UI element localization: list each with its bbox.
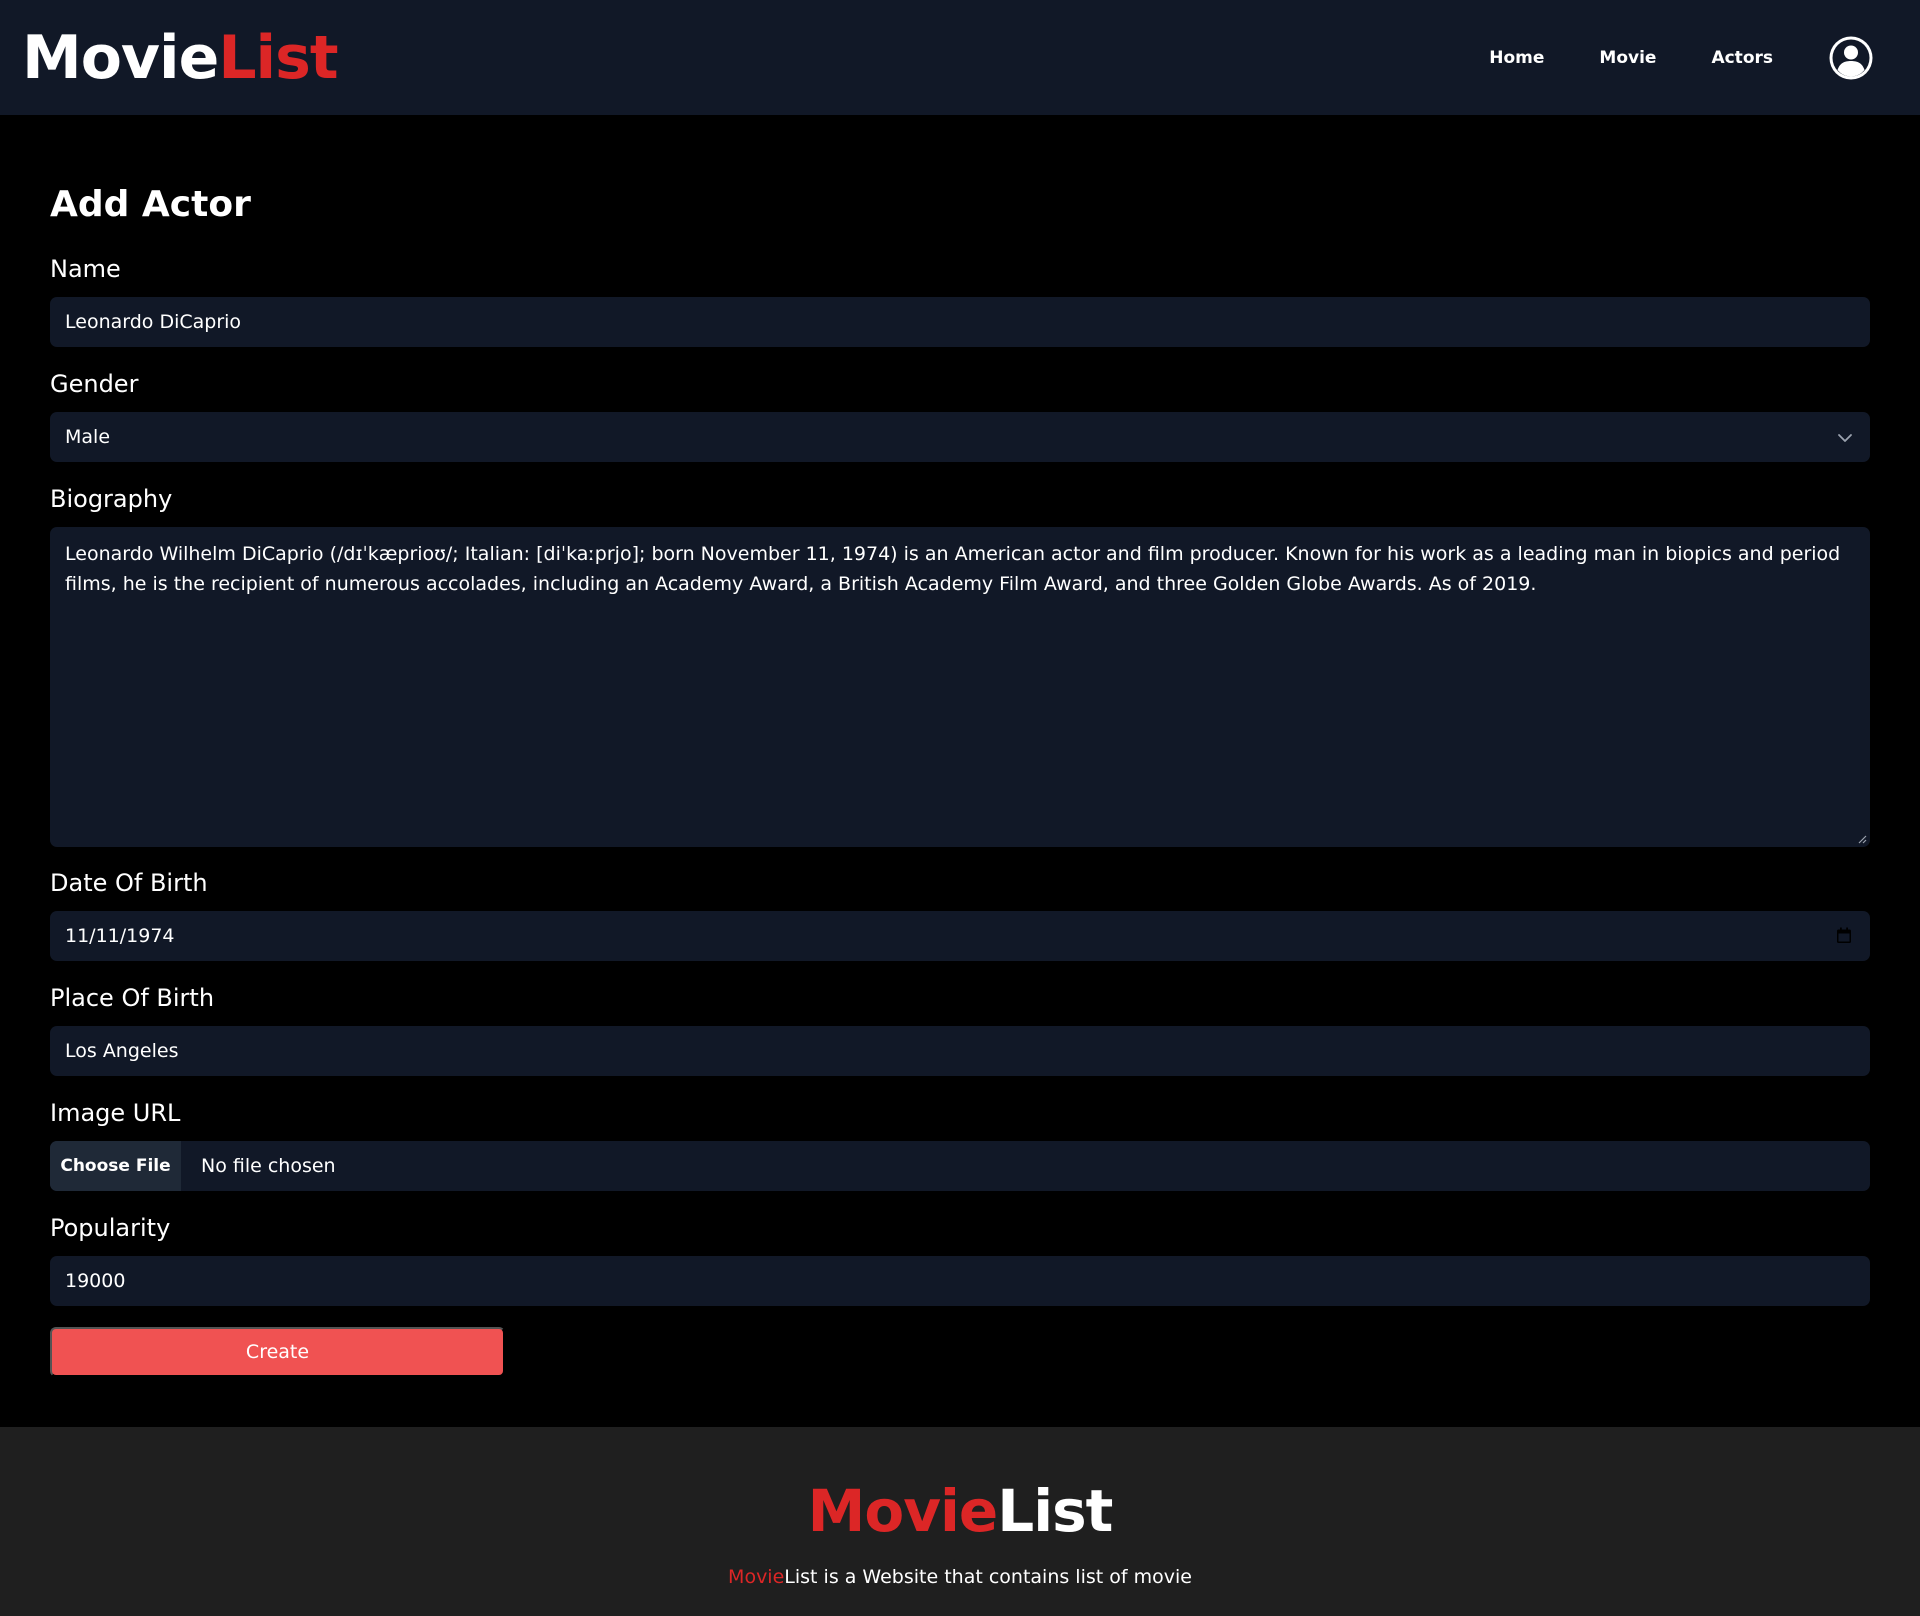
date-of-birth-label: Date Of Birth [50, 869, 208, 897]
name-label: Name [50, 255, 121, 283]
brand-logo[interactable]: MovieList [22, 28, 339, 88]
popularity-label: Popularity [50, 1214, 171, 1242]
nav-link-home[interactable]: Home [1489, 48, 1544, 68]
gender-label: Gender [50, 370, 139, 398]
page-title: Add Actor [50, 184, 251, 225]
image-file-input[interactable]: Choose File No file chosen [50, 1141, 1870, 1191]
place-of-birth-label: Place Of Birth [50, 984, 215, 1012]
footer-brand-part2: List [997, 1477, 1113, 1545]
biography-field-group: Biography Leonardo Wilhelm DiCaprio (/dɪ… [50, 487, 1870, 847]
choose-file-button[interactable]: Choose File [50, 1141, 181, 1191]
create-button[interactable]: Create [50, 1327, 505, 1377]
biography-text: Leonardo Wilhelm DiCaprio (/dɪˈkæprioʊ/;… [65, 543, 1841, 595]
date-of-birth-value: 11/11/1974 [65, 925, 175, 947]
add-actor-form: Add Actor Name Leonardo DiCaprio Gender … [50, 115, 1870, 1377]
place-of-birth-input[interactable]: Los Angeles [50, 1026, 1870, 1076]
footer-tagline-accent: Movie [728, 1566, 785, 1588]
popularity-input[interactable]: 19000 [50, 1256, 1870, 1306]
gender-field-group: Gender Male [50, 372, 1870, 462]
brand-logo-part1: Movie [22, 22, 219, 93]
gender-select[interactable]: Male [50, 412, 1870, 462]
image-url-field-group: Image URL Choose File No file chosen [50, 1101, 1870, 1191]
footer-tagline-text: List is a Website that contains list of … [784, 1566, 1192, 1588]
name-field-group: Name Leonardo DiCaprio [50, 257, 1870, 347]
navbar: MovieList Home Movie Actors [0, 0, 1920, 115]
resize-grip-icon[interactable] [1857, 834, 1867, 844]
brand-logo-part2: List [218, 22, 338, 93]
calendar-icon[interactable] [1836, 927, 1852, 944]
nav-links: Home Movie Actors [1489, 35, 1874, 81]
gender-select-value: Male [65, 426, 111, 448]
footer-tagline: MovieList is a Website that contains lis… [0, 1566, 1920, 1588]
name-input[interactable]: Leonardo DiCaprio [50, 297, 1870, 347]
popularity-field-group: Popularity 19000 [50, 1216, 1870, 1306]
biography-textarea[interactable]: Leonardo Wilhelm DiCaprio (/dɪˈkæprioʊ/;… [50, 527, 1870, 847]
footer-brand-logo: MovieList [0, 1482, 1920, 1540]
file-status-text: No file chosen [201, 1155, 336, 1177]
footer: MovieList MovieList is a Website that co… [0, 1427, 1920, 1616]
nav-link-actors[interactable]: Actors [1711, 48, 1773, 68]
biography-label: Biography [50, 485, 173, 513]
date-of-birth-input[interactable]: 11/11/1974 [50, 911, 1870, 961]
user-circle-icon[interactable] [1828, 35, 1874, 81]
date-of-birth-field-group: Date Of Birth 11/11/1974 [50, 871, 1870, 961]
place-of-birth-field-group: Place Of Birth Los Angeles [50, 986, 1870, 1076]
footer-brand-part1: Movie [807, 1477, 999, 1545]
image-url-label: Image URL [50, 1099, 181, 1127]
nav-link-movie[interactable]: Movie [1599, 48, 1656, 68]
chevron-down-icon [1838, 434, 1852, 442]
